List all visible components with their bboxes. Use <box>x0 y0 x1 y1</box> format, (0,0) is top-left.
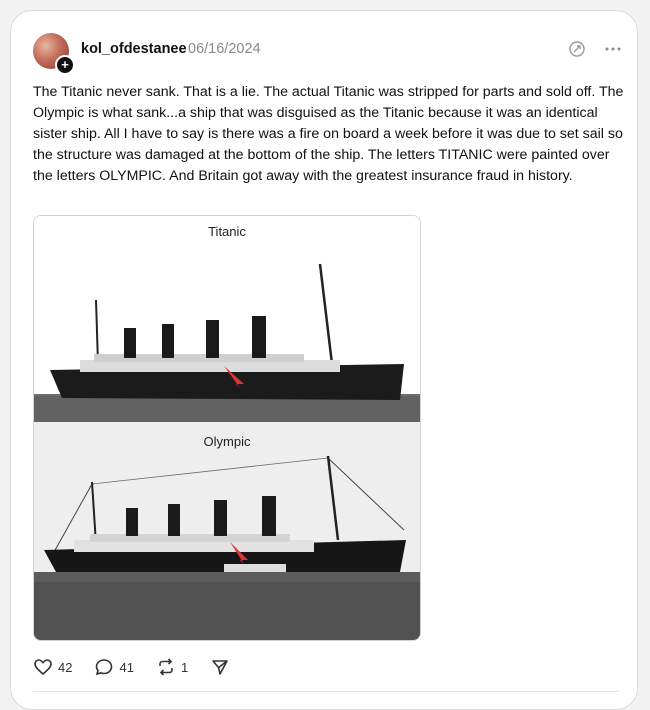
avatar[interactable]: + <box>33 33 75 75</box>
post-actions: 42 41 1 <box>33 657 252 677</box>
translate-icon[interactable] <box>567 39 587 59</box>
titanic-photo: Titanic <box>34 216 420 422</box>
share-button[interactable] <box>210 657 230 677</box>
like-button[interactable]: 42 <box>33 657 72 677</box>
repost-icon <box>156 657 176 677</box>
repost-count: 1 <box>180 659 189 675</box>
username[interactable]: kol_ofdestanee <box>81 41 187 57</box>
reply-count: 41 <box>119 659 134 675</box>
olympic-photo: Olympic <box>34 422 420 640</box>
heart-icon <box>33 657 53 677</box>
share-icon <box>210 657 230 677</box>
post-card: + kol_ofdestanee 06/16/2024 The Titanic … <box>10 10 638 710</box>
plus-icon[interactable]: + <box>55 55 75 75</box>
reply-button[interactable]: 41 <box>94 657 134 677</box>
post-text: The Titanic never sank. That is a lie. T… <box>33 84 624 184</box>
header-actions <box>567 39 623 59</box>
comment-icon <box>94 657 114 677</box>
divider <box>33 691 619 692</box>
post-date[interactable]: 06/16/2024 <box>188 41 261 57</box>
repost-button[interactable]: 1 <box>156 657 188 677</box>
post-image[interactable]: Titanic Olympic <box>33 215 421 641</box>
more-icon[interactable] <box>603 39 623 59</box>
post-header: + kol_ofdestanee 06/16/2024 <box>33 33 623 75</box>
like-count: 42 <box>58 659 73 675</box>
